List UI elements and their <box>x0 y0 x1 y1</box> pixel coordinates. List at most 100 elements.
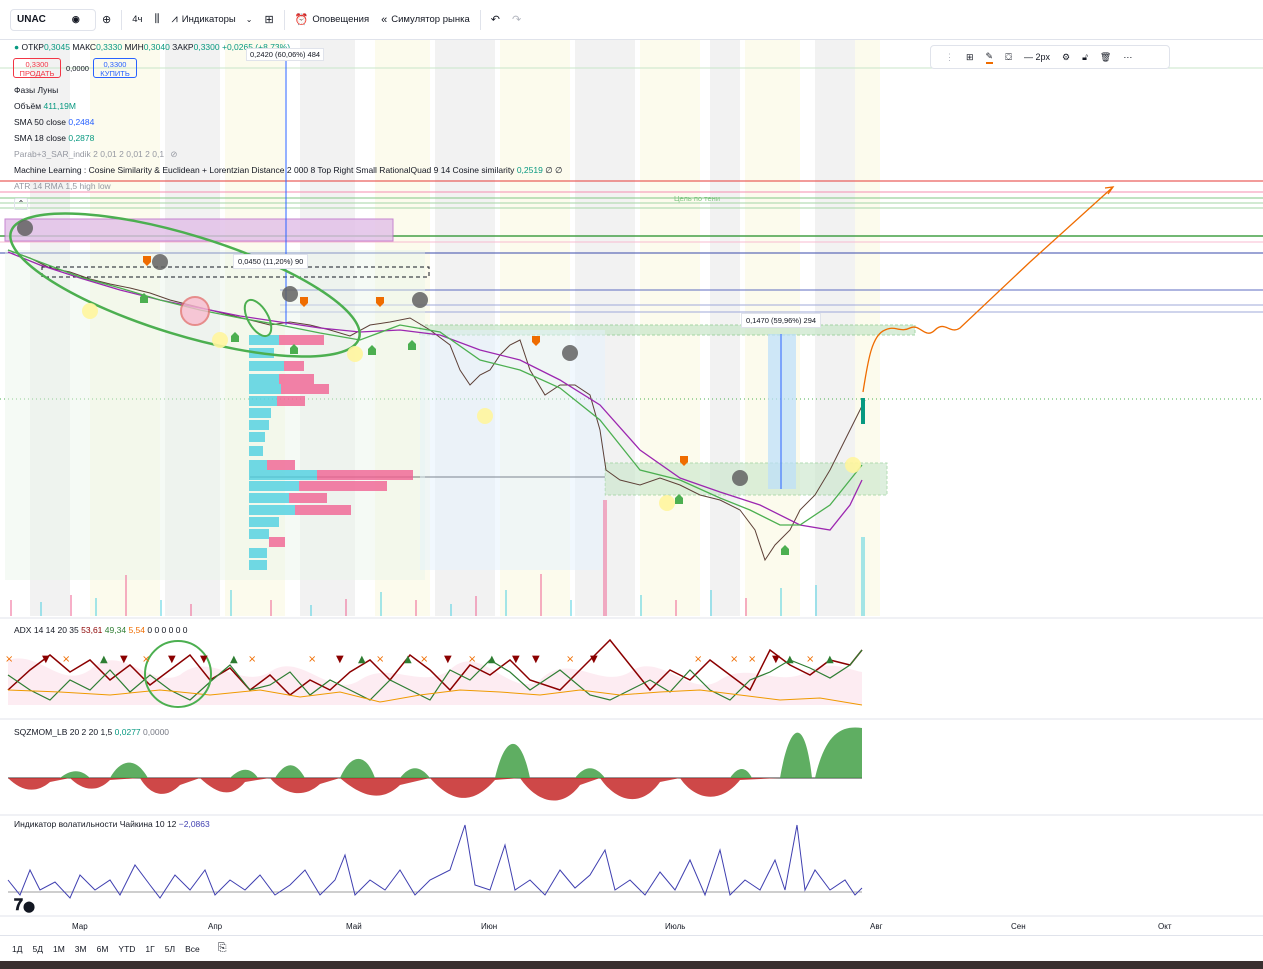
svg-text:×: × <box>308 654 316 665</box>
parab-legend[interactable]: Parab+3_SAR_indik 2 0,01 2 0,01 2 0,1 ⊘ <box>14 149 178 160</box>
ml-legend[interactable]: Machine Learning : Cosine Similarity & E… <box>14 165 562 176</box>
svg-text:×: × <box>62 654 70 665</box>
buy-price: 0,3300 <box>103 60 127 69</box>
range-1d[interactable]: 1Д <box>12 944 22 954</box>
close-value: 0,3300 <box>193 42 220 52</box>
sqz-legend[interactable]: SQZMOM_LB 20 2 20 1,5 0,0277 0,0000 <box>14 727 169 737</box>
chaikin-line <box>7 824 863 899</box>
add-symbol-button[interactable]: ⊕ <box>96 7 117 33</box>
svg-text:×: × <box>5 654 13 665</box>
measure-label-top[interactable]: 0,2420 (60,06%) 484 <box>246 48 325 61</box>
ml-value: 0,2519 <box>516 165 543 175</box>
ml-label: Machine Learning : Cosine Similarity & E… <box>14 165 515 175</box>
adx-value-1: 53,61 <box>81 625 103 635</box>
alarm-clock-icon: ⏰ <box>294 14 309 26</box>
separator <box>283 9 285 30</box>
adx-value-3: 5,54 <box>128 625 145 635</box>
drawing-toolbar: ⋮ ⊞ ✎ ⛋ — 2px ⚙ 🔓︎ 🗑︎ ⋯ <box>930 45 1170 69</box>
adx-legend[interactable]: ADX 14 14 20 35 53,61 49,34 5,54 0 0 0 0… <box>14 625 188 635</box>
svg-text:×: × <box>566 654 574 665</box>
drag-handle-icon[interactable]: ⋮ <box>945 52 954 63</box>
zone-light-blue <box>420 330 605 570</box>
volume-value: 411,19M <box>43 101 76 111</box>
sqz-label: SQZMOM_LB 20 2 20 1,5 <box>14 727 113 737</box>
volume-legend[interactable]: Объём 411,19M <box>14 101 76 111</box>
range-bar: 1Д 5Д 1М 3М 6М YTD 1Г 5Л Все ⎘ <box>0 935 1263 961</box>
go-to-date-icon[interactable]: ⎘ <box>218 942 227 955</box>
svg-text:▼: ▼ <box>444 654 452 665</box>
sma50-legend[interactable]: SMA 50 close 0,2484 <box>14 117 94 127</box>
range-5y[interactable]: 5Л <box>165 944 175 954</box>
svg-text:▲: ▲ <box>100 654 108 665</box>
atr-legend[interactable]: ATR 14 RMA 1,5 high low <box>14 181 111 191</box>
open-value: 0,3045 <box>43 42 70 52</box>
buy-button[interactable]: 0,3300 КУПИТЬ <box>93 58 137 78</box>
collapse-legend-button[interactable]: ⌃ <box>14 198 28 210</box>
alerts-button[interactable]: ⏰ Оповещения <box>289 7 375 33</box>
template-icon[interactable]: ⊞ <box>966 52 974 63</box>
adx-pane: × ▼ × ▲ ▼ × ▼ ▼ ▲ × × ▼ ▲ × ▲ × ▼ × ▲ ▼ <box>5 638 863 708</box>
candles-icon: ⫼ <box>154 13 160 25</box>
range-ytd[interactable]: YTD <box>118 944 135 954</box>
hidden-eye-icon[interactable]: ⊘ <box>170 149 177 159</box>
indicators-button[interactable]: ⩘ Индикаторы ⌄ <box>166 7 259 33</box>
range-1m[interactable]: 1М <box>53 944 65 954</box>
sell-button[interactable]: 0,3300 ПРОДАТЬ <box>13 58 61 78</box>
time-axis-jul: Июль <box>665 922 686 931</box>
interval-label: 4ч <box>132 14 143 25</box>
chaikin-label: Индикатор волатильности Чайкина 10 12 <box>14 819 177 829</box>
settings-icon[interactable]: ⚙ <box>1062 52 1070 63</box>
trash-icon[interactable]: 🗑︎ <box>1100 52 1111 63</box>
adx-value-2: 49,34 <box>104 625 127 635</box>
more-icon[interactable]: ⋯ <box>1123 52 1132 63</box>
chevron-up-icon: ⌃ <box>17 199 25 208</box>
circle-red <box>180 296 210 326</box>
undo-icon: ↶ <box>490 14 500 26</box>
chart-type-button[interactable]: ⫼ <box>148 7 165 33</box>
symbol-search[interactable]: UNAC ◉ <box>10 8 96 31</box>
target-label[interactable]: Цель по тени <box>674 194 720 203</box>
undo-button[interactable]: ↶ <box>485 7 506 33</box>
separator <box>121 9 123 30</box>
line-icon: — <box>1023 52 1033 62</box>
range-3m[interactable]: 3М <box>75 944 87 954</box>
replay-label: Симулятор рынка <box>391 14 470 25</box>
time-axis-mar: Мар <box>72 922 88 931</box>
tradingview-logo: 𝟕⬤ <box>14 895 36 914</box>
svg-text:▲: ▲ <box>826 654 834 665</box>
fill-bucket-icon[interactable]: ⛋ <box>1005 52 1012 63</box>
chart-area[interactable]: × ▼ × ▲ ▼ × ▼ ▼ ▲ × × ▼ ▲ × ▲ × ▼ × ▲ ▼ <box>0 40 1263 935</box>
lock-icon[interactable]: 🔓︎ <box>1082 52 1088 63</box>
sma18-label: SMA 18 close <box>14 133 66 143</box>
svg-text:▼: ▼ <box>336 654 344 665</box>
layouts-button[interactable]: ⊞ <box>258 7 279 33</box>
moon-legend[interactable]: Фазы Луны <box>14 85 58 95</box>
sma18-legend[interactable]: SMA 18 close 0,2878 <box>14 133 94 143</box>
interval-button[interactable]: 4ч <box>126 7 148 33</box>
chaikin-pane <box>7 824 863 899</box>
svg-text:▼: ▼ <box>532 654 540 665</box>
pencil-icon[interactable]: ✎ <box>985 51 994 64</box>
low-label: МИН <box>124 42 144 52</box>
svg-text:▲: ▲ <box>786 654 794 665</box>
svg-text:▼: ▼ <box>42 654 50 665</box>
range-5d[interactable]: 5Д <box>32 944 42 954</box>
redo-button[interactable]: ↷ <box>506 7 527 33</box>
indicators-label: Индикаторы <box>181 14 236 25</box>
spread-value: 0,0000 <box>66 64 89 73</box>
eye-icon[interactable]: ◉ <box>72 14 80 25</box>
plus-circle-icon: ⊕ <box>102 14 112 26</box>
measure-label-mid[interactable]: 0,0450 (11,20%) 90 <box>233 254 309 269</box>
close-label: ЗАКР <box>172 42 194 52</box>
measure-label-right[interactable]: 0,1470 (59,96%) 294 <box>741 313 822 328</box>
line-width-button[interactable]: — 2px <box>1024 52 1050 62</box>
top-toolbar: UNAC ◉ ⊕ 4ч ⫼ ⩘ Индикаторы ⌄ ⊞ ⏰ Оповеще… <box>0 0 1263 40</box>
replay-button[interactable]: « Симулятор рынка <box>375 7 476 33</box>
svg-text:▲: ▲ <box>358 654 366 665</box>
range-all[interactable]: Все <box>185 944 200 954</box>
range-1y[interactable]: 1Г <box>145 944 154 954</box>
time-axis-jun: Июн <box>481 922 498 931</box>
range-6m[interactable]: 6М <box>97 944 109 954</box>
chaikin-legend[interactable]: Индикатор волатильности Чайкина 10 12 −2… <box>14 819 210 829</box>
adx-label: ADX 14 14 20 35 <box>14 625 79 635</box>
